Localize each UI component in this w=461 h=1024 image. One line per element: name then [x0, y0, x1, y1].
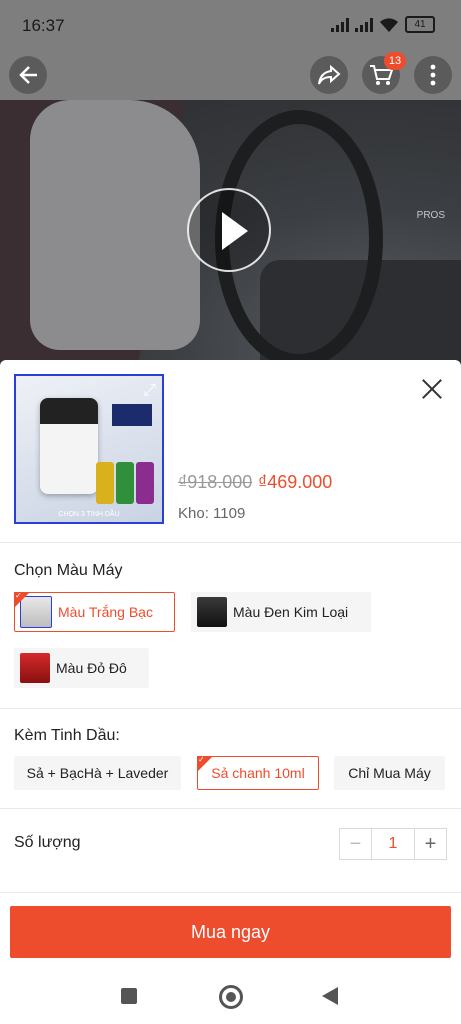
- original-price: ₫918.000: [178, 472, 253, 492]
- more-vertical-icon: [430, 64, 436, 86]
- video-scene-person: [30, 100, 200, 350]
- divider: [0, 542, 461, 543]
- wifi-icon: [380, 17, 398, 32]
- divider: [0, 808, 461, 809]
- quantity-minus-button[interactable]: −: [340, 829, 371, 859]
- color-option-silver-white[interactable]: Màu Trắng Bạc: [14, 591, 175, 632]
- color-option-metal-black[interactable]: Màu Đen Kim Loại: [191, 592, 371, 632]
- selected-check-icon: [14, 591, 30, 608]
- variant-selection-sheet: CHỌN 3 TINH DẦU ⤢ ₫918.000 ₫469.000 Kho:…: [0, 360, 461, 1024]
- color-section-title: Chọn Màu Máy: [14, 562, 123, 579]
- option-label: Màu Đen Kim Loại: [233, 604, 349, 620]
- product-thumbnail[interactable]: CHỌN 3 TINH DẦU ⤢: [14, 374, 164, 524]
- thumbnail-tag: [112, 404, 152, 426]
- quantity-label: Số lượng: [14, 834, 81, 851]
- close-icon[interactable]: [421, 378, 443, 400]
- thumbnail-device-image: [40, 398, 98, 494]
- system-nav-bar: [0, 966, 461, 1024]
- oil-option-device-only[interactable]: Chỉ Mua Máy: [334, 756, 445, 790]
- option-label: Chỉ Mua Máy: [348, 765, 431, 781]
- home-icon[interactable]: [219, 985, 243, 1009]
- option-thumb: [20, 653, 50, 683]
- back-nav-icon[interactable]: [322, 987, 338, 1005]
- product-topbar: 13: [0, 50, 461, 100]
- stock-count: Kho: 1109: [178, 505, 246, 522]
- status-bar: 16:37 41: [0, 0, 461, 50]
- status-time: 16:37: [22, 16, 65, 35]
- share-button[interactable]: [310, 56, 348, 94]
- option-label: Màu Đỏ Đô: [56, 660, 127, 676]
- back-arrow-icon: [19, 66, 37, 84]
- cart-button[interactable]: 13: [362, 52, 406, 94]
- sale-price: ₫469.000: [258, 472, 333, 492]
- selected-check-icon: [197, 755, 213, 772]
- quantity-stepper: − 1 +: [339, 828, 447, 860]
- divider: [0, 892, 461, 893]
- signal-icon-2: [355, 17, 373, 32]
- video-watermark: PROS: [416, 210, 445, 221]
- oil-option-mixed[interactable]: Sả + BạcHà + Laveder: [14, 756, 181, 790]
- back-button[interactable]: [9, 56, 47, 94]
- oil-section-title: Kèm Tinh Dầu:: [14, 727, 120, 744]
- quantity-value[interactable]: 1: [371, 829, 415, 859]
- quantity-plus-button[interactable]: +: [415, 829, 446, 859]
- option-label: Màu Trắng Bạc: [58, 604, 153, 620]
- color-option-burgundy[interactable]: Màu Đỏ Đô: [14, 648, 149, 688]
- status-icons: 41: [331, 16, 435, 33]
- thumbnail-caption: CHỌN 3 TINH DẦU: [58, 511, 120, 518]
- oil-option-lemongrass[interactable]: Sả chanh 10ml: [197, 755, 319, 790]
- battery-icon: 41: [405, 16, 435, 33]
- share-icon: [318, 64, 341, 85]
- recent-apps-icon[interactable]: [121, 988, 137, 1004]
- more-options-button[interactable]: [414, 56, 452, 94]
- thumbnail-bottles: [96, 462, 154, 504]
- option-label: Sả chanh 10ml: [211, 765, 305, 781]
- signal-icon: [331, 17, 349, 32]
- play-video-icon[interactable]: [187, 188, 271, 272]
- option-thumb: [197, 597, 227, 627]
- buy-now-button[interactable]: Mua ngay: [10, 906, 451, 958]
- expand-icon[interactable]: ⤢: [143, 382, 156, 400]
- cart-count-badge: 13: [384, 52, 406, 70]
- option-label: Sả + BạcHà + Laveder: [26, 765, 169, 781]
- divider: [0, 708, 461, 709]
